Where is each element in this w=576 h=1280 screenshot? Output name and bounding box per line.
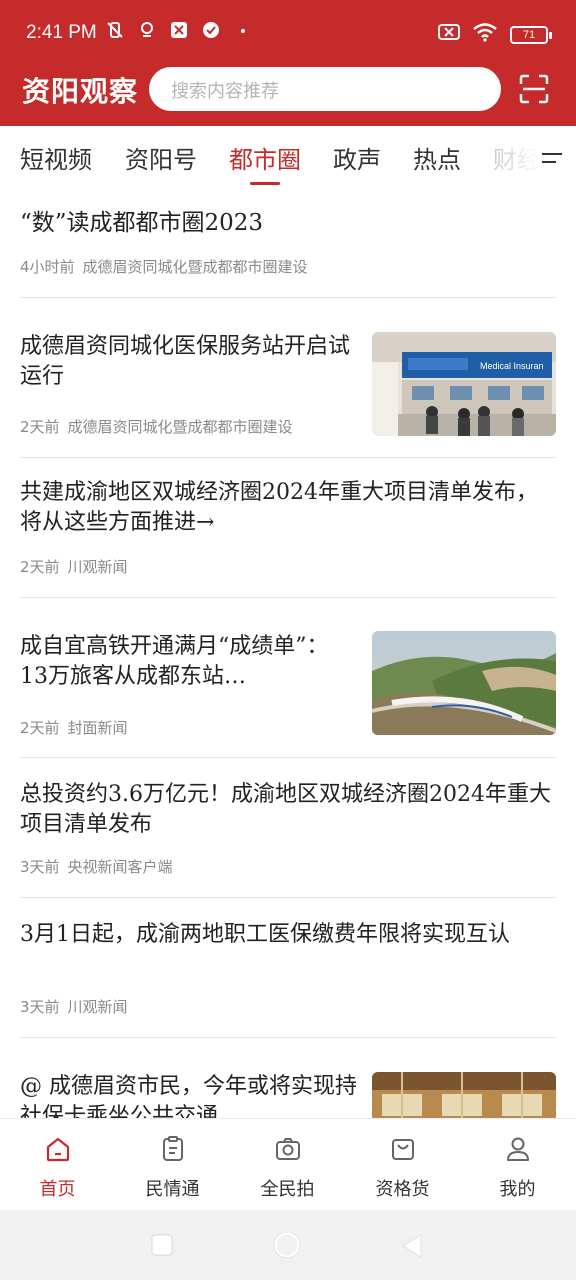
- news-item[interactable]: 3月1日起，成渝两地职工医保缴费年限将实现互认 3天前 川观新闻: [20, 918, 556, 1018]
- tab-ziyang-hao[interactable]: 资阳号: [125, 140, 197, 175]
- news-thumbnail: [372, 631, 556, 735]
- status-bar: 2:41 PM 71: [0, 0, 576, 62]
- news-meta: 2天前 成德眉资同城化暨成都都市圈建设: [20, 416, 293, 437]
- clipboard-icon: [159, 1135, 187, 1163]
- nav-label: 民情通: [145, 1179, 200, 1200]
- news-item[interactable]: @ 成德眉资市民，今年或将实现持社保卡乘坐公共交通: [20, 1070, 556, 1118]
- news-meta: 3天前 央视新闻客户端: [20, 856, 173, 877]
- active-tab-indicator: [250, 182, 280, 185]
- nav-zigehuo[interactable]: 资格货: [345, 1119, 460, 1211]
- tab-short-video[interactable]: 短视频: [20, 140, 92, 175]
- home-icon: [44, 1135, 72, 1163]
- home-button[interactable]: [272, 1231, 302, 1267]
- back-button[interactable]: [400, 1233, 424, 1263]
- check-badge-icon: [200, 20, 222, 45]
- divider: [20, 757, 556, 758]
- nav-label: 首页: [39, 1179, 76, 1200]
- app-notification-icon: [168, 20, 190, 45]
- news-meta: 2天前 封面新闻: [20, 717, 128, 738]
- mute-vibrate-icon: [104, 20, 126, 45]
- news-source: 川观新闻: [67, 558, 128, 576]
- recent-apps-button[interactable]: [150, 1233, 174, 1261]
- news-title: 成自宜高铁开通满月“成绩单”：13万旅客从成都东站…: [20, 634, 329, 689]
- status-notification-icons: [104, 20, 254, 45]
- news-title: 总投资约3.6万亿元！成渝地区双城经济圈2024年重大项目清单发布: [20, 782, 551, 837]
- nav-quanminpai[interactable]: 全民拍: [230, 1119, 345, 1211]
- thumb-sign-text: Medical Insuran: [480, 361, 544, 371]
- search-input[interactable]: 搜索内容推荐: [149, 67, 501, 111]
- nav-label: 我的: [499, 1179, 536, 1200]
- news-time: 4小时前: [20, 258, 75, 276]
- news-time: 2天前: [20, 719, 60, 737]
- nav-label: 资格货: [375, 1179, 430, 1200]
- status-time: 2:41 PM: [26, 22, 97, 43]
- nav-home[interactable]: 首页: [0, 1119, 115, 1211]
- camera-icon: [274, 1135, 302, 1163]
- divider: [20, 297, 556, 298]
- news-time: 2天前: [20, 558, 60, 576]
- search-placeholder: 搜索内容推荐: [171, 81, 279, 102]
- news-source: 封面新闻: [67, 719, 128, 737]
- app-logo: 资阳观察: [22, 75, 139, 108]
- news-title: @ 成德眉资市民，今年或将实现持社保卡乘坐公共交通: [20, 1074, 357, 1118]
- news-item[interactable]: 共建成渝地区双城经济圈2024年重大项目清单发布，将从这些方面推进→ 2天前 川观…: [20, 476, 556, 586]
- bottom-nav: 首页 民情通 全民拍 资格货 我的: [0, 1118, 576, 1210]
- dot-icon: [232, 20, 254, 45]
- news-meta: 3天前 川观新闻: [20, 996, 128, 1017]
- news-source: 成德眉资同城化暨成都都市圈建设: [67, 418, 293, 436]
- news-list: “数”读成都都市圈2023 4小时前 成德眉资同城化暨成都都市圈建设 成德眉资同城…: [0, 190, 576, 1118]
- news-item[interactable]: 成德眉资同城化医保服务站开启试运行 2天前 成德眉资同城化暨成都都市圈建设 Med…: [20, 330, 556, 438]
- tab-hot[interactable]: 热点: [413, 140, 461, 175]
- news-source: 央视新闻客户端: [67, 858, 173, 876]
- news-thumbnail: Medical Insuran: [372, 332, 556, 436]
- nav-label: 全民拍: [260, 1179, 315, 1200]
- tab-politics[interactable]: 政声: [333, 140, 381, 175]
- system-navigation-bar: [0, 1210, 576, 1280]
- news-title: “数”读成都都市圈2023: [20, 210, 264, 236]
- news-item[interactable]: 成自宜高铁开通满月“成绩单”：13万旅客从成都东站… 2天前 封面新闻: [20, 631, 556, 739]
- wifi-icon: [472, 22, 498, 47]
- news-meta: 4小时前 成德眉资同城化暨成都都市圈建设: [20, 256, 308, 277]
- divider: [20, 597, 556, 598]
- category-tabs: 短视频 资阳号 都市圈 政声 热点 财经: [0, 126, 576, 190]
- status-system-icons: 71: [438, 22, 552, 47]
- news-time: 3天前: [20, 858, 60, 876]
- news-time: 2天前: [20, 418, 60, 436]
- news-title: 成德眉资同城化医保服务站开启试运行: [20, 334, 351, 389]
- tabs-fade: [480, 126, 540, 190]
- news-meta: 2天前 川观新闻: [20, 556, 128, 577]
- news-time: 3天前: [20, 998, 60, 1016]
- tabs-menu-icon[interactable]: [538, 148, 566, 170]
- battery-icon: 71: [510, 25, 552, 44]
- news-source: 川观新闻: [67, 998, 128, 1016]
- news-title: 3月1日起，成渝两地职工医保缴费年限将实现互认: [20, 922, 510, 947]
- nav-minqingtong[interactable]: 民情通: [115, 1119, 230, 1211]
- no-sim-icon: [438, 23, 460, 46]
- tab-metropolitan[interactable]: 都市圈: [229, 140, 301, 175]
- news-item[interactable]: “数”读成都都市圈2023 4小时前 成德眉资同城化暨成都都市圈建设: [20, 204, 556, 284]
- user-icon: [504, 1135, 532, 1163]
- news-source: 成德眉资同城化暨成都都市圈建设: [82, 258, 308, 276]
- divider: [20, 457, 556, 458]
- news-item[interactable]: 总投资约3.6万亿元！成渝地区双城经济圈2024年重大项目清单发布 3天前 央视新…: [20, 778, 556, 878]
- news-thumbnail: [372, 1072, 556, 1118]
- divider: [20, 1037, 556, 1038]
- shopping-bag-icon: [389, 1135, 417, 1163]
- location-icon: [136, 20, 158, 45]
- news-title: 共建成渝地区双城经济圈2024年重大项目清单发布，将从这些方面推进→: [20, 480, 538, 535]
- divider: [20, 897, 556, 898]
- scan-icon[interactable]: [519, 74, 549, 104]
- app-header: 2:41 PM 71 资阳观察 搜索内容推荐: [0, 0, 576, 126]
- nav-mine[interactable]: 我的: [460, 1119, 575, 1211]
